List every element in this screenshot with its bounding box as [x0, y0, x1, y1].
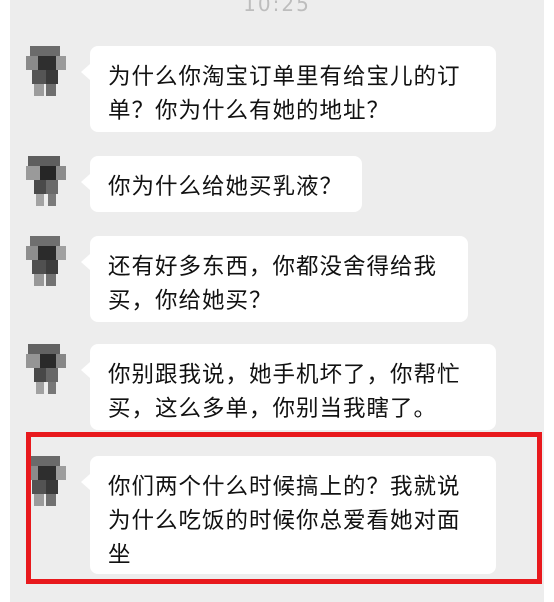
avatar[interactable] [22, 46, 70, 98]
timestamp: 10:25 [243, 0, 311, 16]
avatar[interactable] [22, 236, 70, 288]
message-text: 你为什么给她买乳液？ [108, 174, 344, 200]
avatar[interactable] [22, 156, 70, 208]
message-text: 你别跟我说，她手机坏了，你帮忙买，这么多单，你别当我瞎了。 [108, 362, 461, 422]
message-text: 还有好多东西，你都没舍得给我买，你给她买？ [108, 254, 438, 314]
message-bubble[interactable]: 还有好多东西，你都没舍得给我买，你给她买？ [81, 236, 468, 322]
highlight-box [26, 432, 542, 584]
avatar[interactable] [22, 344, 70, 396]
message-bubble[interactable]: 你别跟我说，她手机坏了，你帮忙买，这么多单，你别当我瞎了。 [81, 344, 496, 430]
message-bubble[interactable]: 你为什么给她买乳液？ [81, 156, 362, 212]
message-text: 为什么你淘宝订单里有给宝儿的订单？你为什么有她的地址？ [108, 64, 461, 124]
message-bubble[interactable]: 为什么你淘宝订单里有给宝儿的订单？你为什么有她的地址？ [81, 46, 496, 132]
